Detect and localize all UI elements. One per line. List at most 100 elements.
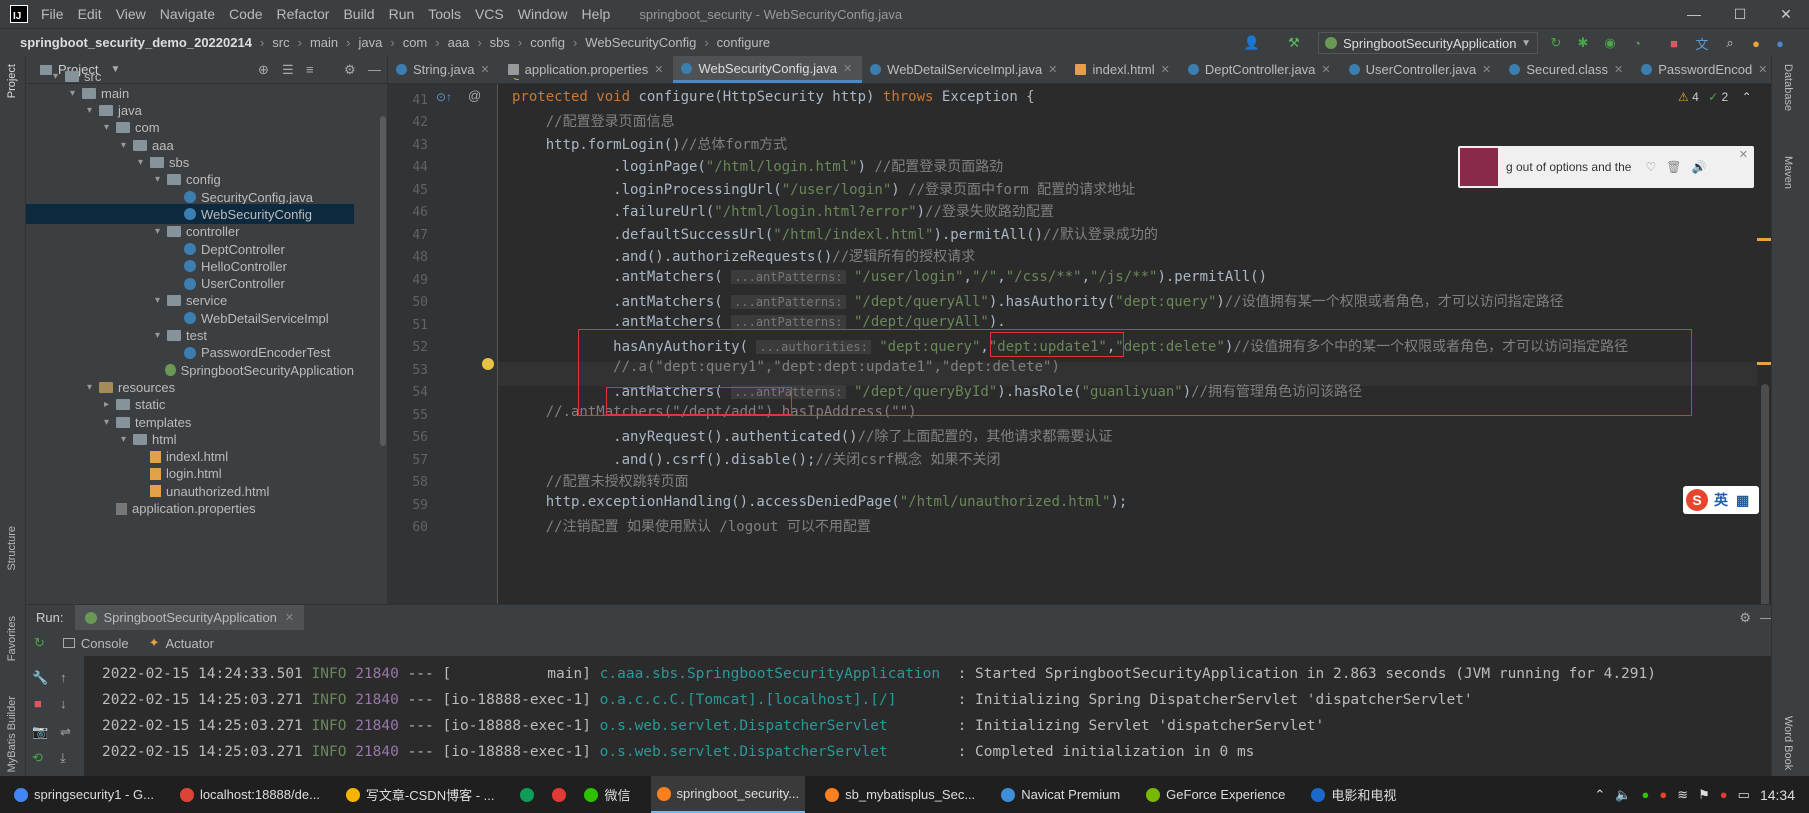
heart-icon[interactable]: ♡ xyxy=(1645,160,1656,174)
grid-icon[interactable]: ▦ xyxy=(1736,492,1749,509)
restart-icon[interactable]: ⟲ xyxy=(32,750,43,766)
breadcrumb-item[interactable]: com xyxy=(401,35,430,50)
close-icon[interactable]: ✕ xyxy=(1048,63,1057,76)
run-configuration-select[interactable]: SpringbootSecurityApplication ▼ xyxy=(1318,32,1538,54)
wifi-icon[interactable]: ≋ xyxy=(1677,787,1688,803)
actuator-tab[interactable]: ✦ Actuator xyxy=(149,635,214,651)
console-output[interactable]: 2022-02-15 14:24:33.501 INFO 21840 --- [… xyxy=(84,656,1783,776)
code-line[interactable]: protected void configure(HttpSecurity ht… xyxy=(512,89,1035,105)
log-line[interactable]: 2022-02-15 14:24:33.501 INFO 21840 --- [… xyxy=(102,666,1656,682)
breadcrumb-item[interactable]: configure xyxy=(715,35,772,50)
taskbar-item[interactable]: 电影和电视 xyxy=(1305,776,1402,813)
tab-webdetailserviceimpl-java[interactable]: WebDetailServiceImpl.java ✕ xyxy=(862,56,1067,83)
app-tray-icon[interactable]: ● xyxy=(1720,787,1728,802)
menu-edit[interactable]: Edit xyxy=(71,6,109,22)
volume-icon[interactable]: 🔈 xyxy=(1615,787,1631,803)
scrollbar[interactable] xyxy=(380,116,386,446)
menu-code[interactable]: Code xyxy=(222,6,269,22)
menu-file[interactable]: File xyxy=(34,6,71,22)
taskbar-item[interactable]: 微信 xyxy=(578,776,636,813)
soft-wrap-icon[interactable]: ⇌ xyxy=(60,724,71,740)
log-line[interactable]: 2022-02-15 14:25:03.271 INFO 21840 --- [… xyxy=(102,718,1324,734)
code-line[interactable]: .antMatchers( ...antPatterns: "/dept/que… xyxy=(512,291,1564,311)
tab-usercontroller-java[interactable]: UserController.java ✕ xyxy=(1341,56,1502,83)
close-icon[interactable]: ✕ xyxy=(480,63,489,76)
chevron-down-icon[interactable]: ▾ xyxy=(70,88,82,99)
editor-scrollbar[interactable] xyxy=(1757,84,1771,614)
scroll-up-icon[interactable]: ↑ xyxy=(60,670,67,685)
close-icon[interactable]: ✕ xyxy=(654,63,663,76)
menu-help[interactable]: Help xyxy=(575,6,618,22)
menu-view[interactable]: View xyxy=(109,6,153,22)
structure-tool-tab[interactable]: Structure xyxy=(6,526,18,571)
build-hammer-icon[interactable]: ⚒ xyxy=(1286,35,1302,51)
code-line[interactable]: .antMatchers( ...antPatterns: "/dept/que… xyxy=(512,314,1006,330)
wrench-icon[interactable]: 🔧 xyxy=(32,670,48,686)
music-popup[interactable]: g out of options and the ♡ 🗑 🔊 ✕ xyxy=(1458,146,1754,188)
taskbar-item[interactable] xyxy=(514,776,546,813)
taskbar-item[interactable]: GeForce Experience xyxy=(1140,776,1291,813)
camera-icon[interactable]: 📷 xyxy=(32,724,48,740)
code-line[interactable]: //注销配置 如果使用默认 /logout 可以不用配置 xyxy=(512,516,871,536)
chevron-down-icon[interactable]: ▾ xyxy=(138,157,150,168)
intellij-logo-icon[interactable]: IJ xyxy=(10,5,28,23)
chevron-down-icon[interactable]: ▾ xyxy=(87,382,99,393)
menu-vcs[interactable]: VCS xyxy=(468,6,511,22)
taskbar-item[interactable]: Navicat Premium xyxy=(995,776,1126,813)
debug-icon[interactable]: ✱ xyxy=(1575,35,1591,51)
settings-icon[interactable]: ● xyxy=(1772,35,1788,51)
taskbar-item[interactable]: localhost:18888/de... xyxy=(174,776,326,813)
update-icon[interactable]: ● xyxy=(1748,35,1764,51)
console-tab[interactable]: Console xyxy=(62,636,129,651)
tab-deptcontroller-java[interactable]: DeptController.java ✕ xyxy=(1180,56,1341,83)
chevron-down-icon[interactable]: ▾ xyxy=(53,71,65,82)
breadcrumb-item[interactable]: aaa xyxy=(446,35,472,50)
close-window-button[interactable]: ✕ xyxy=(1763,0,1809,28)
minimize-button[interactable]: — xyxy=(1671,0,1717,28)
taskbar-item[interactable]: springboot_security... xyxy=(650,776,806,813)
breadcrumb-item[interactable]: WebSecurityConfig xyxy=(583,35,698,50)
profile-icon[interactable]: ◔ xyxy=(1629,35,1645,51)
close-icon[interactable]: ✕ xyxy=(1161,63,1170,76)
scroll-thumb[interactable] xyxy=(1761,384,1769,614)
taskbar-item[interactable]: sb_mybatisplus_Sec... xyxy=(819,776,981,813)
battery-icon[interactable]: ▭ xyxy=(1738,787,1750,803)
database-tool-tab[interactable]: Database xyxy=(1782,64,1794,111)
chevron-up-icon[interactable]: ⌃ xyxy=(1594,787,1605,803)
override-marker-icon[interactable]: ⊙↑ xyxy=(436,90,452,104)
code-line[interactable]: .anyRequest().authenticated()//除了上面配置的，其… xyxy=(512,426,1112,446)
wechat-tray-icon[interactable]: ● xyxy=(1642,787,1650,802)
breadcrumb-item[interactable]: springboot_security_demo_20220214 xyxy=(18,35,254,50)
chevron-down-icon[interactable]: ▾ xyxy=(155,226,167,237)
scroll-to-end-icon[interactable]: ⤓ xyxy=(60,750,66,766)
taskbar-item[interactable]: 写文章-CSDN博客 - ... xyxy=(340,776,501,813)
run-tab[interactable]: SpringbootSecurityApplication ✕ xyxy=(75,604,305,631)
close-icon[interactable]: ✕ xyxy=(1739,148,1748,161)
tab-string-java[interactable]: String.java ✕ xyxy=(388,56,500,83)
trash-icon[interactable]: 🗑 xyxy=(1666,160,1681,174)
chevron-down-icon[interactable]: ▾ xyxy=(155,174,167,185)
network-icon[interactable]: ⚑ xyxy=(1698,787,1710,803)
breadcrumb-item[interactable]: src xyxy=(270,35,291,50)
tree-item[interactable]: application.properties xyxy=(26,499,354,519)
clock[interactable]: 14:34 xyxy=(1760,787,1795,803)
code-line[interactable]: .and().csrf().disable();//关闭csrf概念 如果不关闭 xyxy=(512,449,1000,469)
project-tool-tab[interactable]: Project xyxy=(6,64,18,98)
gear-icon[interactable]: ⚙ xyxy=(1739,610,1751,626)
maximize-button[interactable]: ☐ xyxy=(1717,0,1763,28)
breadcrumb-item[interactable]: main xyxy=(308,35,340,50)
close-icon[interactable]: ✕ xyxy=(1614,63,1623,76)
chevron-right-icon[interactable]: ▸ xyxy=(104,399,116,410)
code-line[interactable]: .defaultSuccessUrl("/html/indexl.html").… xyxy=(512,224,1158,244)
volume-icon[interactable]: 🔊 xyxy=(1691,160,1706,174)
chevron-down-icon[interactable]: ▾ xyxy=(155,330,167,341)
chevron-down-icon[interactable]: ▾ xyxy=(121,434,133,445)
favorites-tool-tab[interactable]: Favorites xyxy=(6,616,18,661)
code-line[interactable]: //配置登录页面信息 xyxy=(512,111,675,131)
code-line[interactable]: .and().authorizeRequests()//逻辑所有的授权请求 xyxy=(512,246,975,266)
tab-passwordencod[interactable]: PasswordEncod ✕ xyxy=(1633,56,1777,83)
rerun-icon[interactable]: ↻ xyxy=(1548,35,1564,51)
coverage-icon[interactable]: ◉ xyxy=(1602,35,1618,51)
close-icon[interactable]: ✕ xyxy=(1321,63,1330,76)
stop-icon[interactable]: ■ xyxy=(34,696,42,711)
